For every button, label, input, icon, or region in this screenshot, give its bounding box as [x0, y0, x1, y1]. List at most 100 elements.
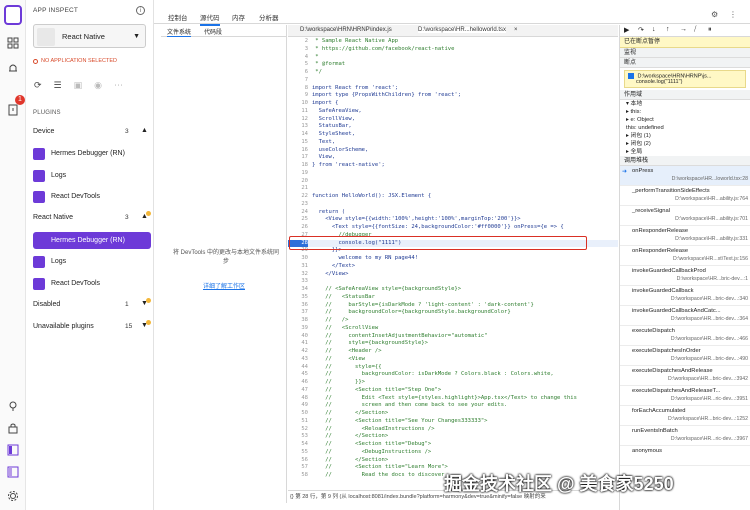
- line-number[interactable]: 19: [288, 170, 308, 178]
- line-number[interactable]: 54: [288, 441, 308, 449]
- line-number[interactable]: 11: [288, 108, 308, 116]
- line-number[interactable]: 35: [288, 294, 308, 302]
- panel-left-icon[interactable]: [5, 442, 21, 458]
- frame-location[interactable]: D:\workspace\HR...bric-dev...:340: [671, 296, 748, 302]
- line-number[interactable]: 9: [288, 92, 308, 100]
- more-icon[interactable]: ⋯: [114, 80, 123, 91]
- call-frame[interactable]: forEachAccumulated D:\workspace\HR...bric…: [620, 406, 750, 427]
- gear-icon[interactable]: ⚙: [711, 10, 718, 19]
- section-disabled[interactable]: Disabled 1 ▼: [33, 298, 151, 315]
- plugin-item[interactable]: Logs: [33, 167, 151, 184]
- code-line[interactable]: 30 welcome to my RN page44!: [288, 255, 618, 263]
- code-line[interactable]: 47 // <Section title="Step One">: [288, 387, 618, 395]
- call-frame[interactable]: executeDispatch D:\workspace\HR...bric-de…: [620, 326, 750, 347]
- frame-location[interactable]: D:\workspace\HR...bric-dev...:466: [671, 336, 748, 342]
- line-number[interactable]: 52: [288, 426, 308, 434]
- line-number[interactable]: 20: [288, 178, 308, 186]
- code-line[interactable]: 49 // screen and then come back to see y…: [288, 402, 618, 410]
- line-number[interactable]: 39: [288, 325, 308, 333]
- line-number[interactable]: 22: [288, 193, 308, 201]
- call-frame[interactable]: onPress D:\workspace\HR...loworld.tsx:28: [620, 166, 750, 187]
- scope-row[interactable]: ▸ e: Object: [620, 116, 750, 124]
- step-out-icon[interactable]: ↑: [666, 26, 670, 33]
- line-number[interactable]: 30: [288, 255, 308, 263]
- line-number[interactable]: 8: [288, 85, 308, 93]
- camera-icon[interactable]: ▣: [74, 80, 83, 91]
- line-number[interactable]: 50: [288, 410, 308, 418]
- call-frame[interactable]: _receiveSignal D:\workspace\HR...ability.…: [620, 206, 750, 227]
- code-line[interactable]: 26 <Text style={{fontSize: 24,background…: [288, 224, 618, 232]
- frame-location[interactable]: D:\workspace\HR...xt\Text.js:156: [673, 256, 748, 262]
- call-frame[interactable]: runEventsInBatch D:\workspace\HR...ric-de…: [620, 426, 750, 447]
- section-breakpoints[interactable]: 断点: [620, 58, 750, 68]
- checkbox-icon[interactable]: [628, 73, 634, 79]
- panel-right-icon[interactable]: [5, 464, 21, 480]
- code-line[interactable]: 6 */: [288, 69, 618, 77]
- code-line[interactable]: 48 // Edit <Text style={styles.highlight…: [288, 395, 618, 403]
- section-device[interactable]: Device 3 ▲: [33, 127, 151, 142]
- call-frame[interactable]: executeDispatchesAndReleaseT... D:\worksp…: [620, 386, 750, 407]
- call-frame[interactable]: onResponderRelease D:\workspace\HR...xt\T…: [620, 246, 750, 267]
- code-line[interactable]: 53 // </Section>: [288, 433, 618, 441]
- line-number[interactable]: 6: [288, 69, 308, 77]
- step-into-icon[interactable]: ↓: [652, 26, 656, 33]
- call-frame[interactable]: invokeGuardedCallbackProd D:\workspace\HR…: [620, 266, 750, 287]
- code-line[interactable]: 3 * https://github.com/facebook/react-na…: [288, 46, 618, 54]
- lock-icon[interactable]: [5, 420, 21, 436]
- step-icon[interactable]: →: [680, 26, 687, 33]
- tab-console[interactable]: 控制台: [168, 12, 188, 22]
- line-number[interactable]: 48: [288, 395, 308, 403]
- call-frame[interactable]: invokeGuardedCallbackAndCatc... D:\worksp…: [620, 306, 750, 327]
- line-number[interactable]: 44: [288, 364, 308, 372]
- code-line[interactable]: 56 // </Section>: [288, 457, 618, 465]
- line-number[interactable]: 43: [288, 356, 308, 364]
- code-line[interactable]: 8 import React from 'react';: [288, 85, 618, 93]
- line-number[interactable]: 33: [288, 278, 308, 286]
- plugin-item[interactable]: Logs: [33, 253, 151, 270]
- code-line[interactable]: 25 <View style={{width:'100%',height:'10…: [288, 216, 618, 224]
- code-line[interactable]: 16 useColorScheme,: [288, 147, 618, 155]
- line-number[interactable]: 24: [288, 209, 308, 217]
- code-line[interactable]: 15 Text,: [288, 139, 618, 147]
- plugin-item-selected[interactable]: Hermes Debugger (RN): [33, 232, 151, 249]
- call-frame[interactable]: onResponderRelease D:\workspace\HR...abil…: [620, 226, 750, 247]
- code-line[interactable]: 33: [288, 278, 618, 286]
- line-number[interactable]: 7: [288, 77, 308, 85]
- call-frame[interactable]: _performTransitionSideEffects D:\workspac…: [620, 186, 750, 207]
- device-select[interactable]: React Native ▼: [33, 24, 146, 48]
- scope-row[interactable]: ▾ 本地: [620, 100, 750, 108]
- pause-on-exceptions-icon[interactable]: ⏸: [708, 26, 712, 34]
- code-line[interactable]: 11 SafeAreaView,: [288, 108, 618, 116]
- code-line[interactable]: 23: [288, 201, 618, 209]
- line-number[interactable]: 34: [288, 286, 308, 294]
- scope-row[interactable]: ▸ this:: [620, 108, 750, 116]
- code-line[interactable]: 5 * @format: [288, 61, 618, 69]
- workspace-link[interactable]: 详细了解工作区: [161, 281, 287, 290]
- code-line[interactable]: 21: [288, 185, 618, 193]
- line-number[interactable]: 58: [288, 472, 308, 480]
- line-number[interactable]: 5: [288, 61, 308, 69]
- frame-location[interactable]: D:\workspace\HR...ability.js:701: [675, 216, 748, 222]
- menu-icon[interactable]: ☰: [54, 80, 62, 91]
- code-line[interactable]: 19: [288, 170, 618, 178]
- frame-location[interactable]: D:\workspace\HR...ric-dev...:3951: [671, 396, 748, 402]
- kebab-menu-icon[interactable]: ⋮: [729, 10, 737, 19]
- plugin-item[interactable]: React DevTools: [33, 275, 151, 292]
- grid-icon[interactable]: [5, 35, 21, 51]
- tab-sources[interactable]: 源代码: [200, 12, 220, 26]
- scope-row[interactable]: ▸ 闭包 (2): [620, 140, 750, 148]
- code-line[interactable]: 34 // <SafeAreaView style={backgroundSty…: [288, 286, 618, 294]
- close-icon[interactable]: ×: [514, 27, 518, 33]
- code-line[interactable]: 39 // <ScrollView: [288, 325, 618, 333]
- scope-row[interactable]: this: undefined: [620, 124, 750, 132]
- line-number[interactable]: 16: [288, 147, 308, 155]
- code-line[interactable]: 50 // </Section>: [288, 410, 618, 418]
- code-line[interactable]: 14 StyleSheet,: [288, 131, 618, 139]
- line-number[interactable]: 36: [288, 302, 308, 310]
- line-number[interactable]: 40: [288, 333, 308, 341]
- refresh-icon[interactable]: ⟳: [34, 80, 42, 91]
- line-number[interactable]: 47: [288, 387, 308, 395]
- code-line[interactable]: 10 import {: [288, 100, 618, 108]
- video-icon[interactable]: ◉: [94, 80, 102, 91]
- code-line[interactable]: 32 </View>: [288, 271, 618, 279]
